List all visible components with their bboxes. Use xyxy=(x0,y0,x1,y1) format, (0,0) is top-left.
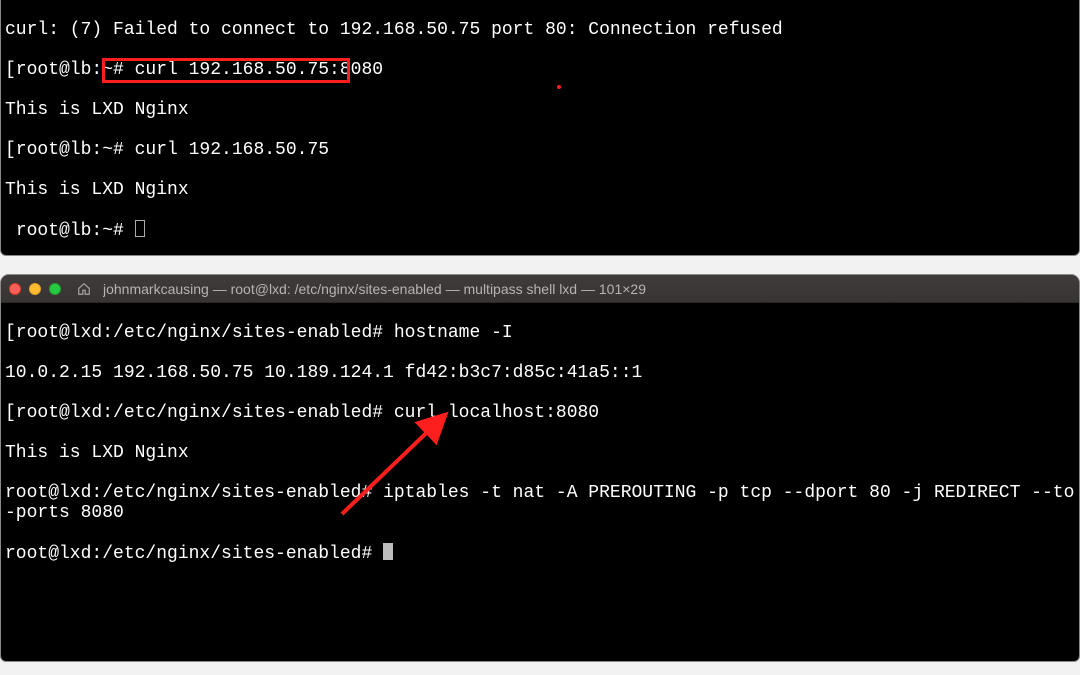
top-terminal-body[interactable]: curl: (7) Failed to connect to 192.168.5… xyxy=(1,0,1079,283)
top-terminal-window[interactable]: curl: (7) Failed to connect to 192.168.5… xyxy=(0,0,1080,256)
term-line: root@lxd:/etc/nginx/sites-enabled# iptab… xyxy=(5,483,1075,523)
home-icon xyxy=(77,282,91,296)
bottom-terminal-window[interactable]: johnmarkcausing — root@lxd: /etc/nginx/s… xyxy=(0,274,1080,662)
window-title: johnmarkcausing — root@lxd: /etc/nginx/s… xyxy=(103,281,646,297)
term-line: [root@lxd:/etc/nginx/sites-enabled# host… xyxy=(5,323,1075,343)
term-prompt[interactable]: root@lxd:/etc/nginx/sites-enabled# xyxy=(5,543,1075,564)
term-line: [root@lb:~# curl 192.168.50.75:8080 xyxy=(5,60,1075,80)
prompt-text: root@lxd:/etc/nginx/sites-enabled# xyxy=(5,544,383,564)
term-line: This is LXD Nginx xyxy=(5,100,1075,120)
term-line: [root@lxd:/etc/nginx/sites-enabled# curl… xyxy=(5,403,1075,423)
term-line: This is LXD Nginx xyxy=(5,443,1075,463)
close-icon[interactable] xyxy=(9,283,21,295)
prompt-text: root@lb:~# xyxy=(5,221,135,241)
traffic-lights xyxy=(9,283,61,295)
term-prompt[interactable]: root@lb:~# xyxy=(5,220,1075,241)
minimize-icon[interactable] xyxy=(29,283,41,295)
titlebar[interactable]: johnmarkcausing — root@lxd: /etc/nginx/s… xyxy=(1,275,1079,303)
cursor-icon xyxy=(383,543,393,560)
cursor-icon xyxy=(135,220,145,237)
annotation-dot xyxy=(557,85,561,89)
term-line: curl: (7) Failed to connect to 192.168.5… xyxy=(5,20,1075,40)
term-line: This is LXD Nginx xyxy=(5,180,1075,200)
zoom-icon[interactable] xyxy=(49,283,61,295)
term-line: 10.0.2.15 192.168.50.75 10.189.124.1 fd4… xyxy=(5,363,1075,383)
bottom-terminal-body[interactable]: [root@lxd:/etc/nginx/sites-enabled# host… xyxy=(1,303,1079,606)
term-line: [root@lb:~# curl 192.168.50.75 xyxy=(5,140,1075,160)
